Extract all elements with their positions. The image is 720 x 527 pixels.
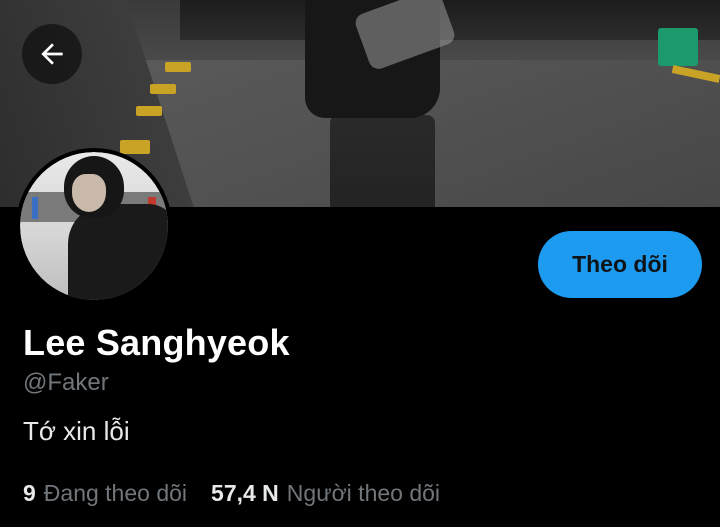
lane-mark (150, 84, 176, 94)
back-button[interactable] (22, 24, 82, 84)
following-count: 9 (23, 480, 36, 506)
user-handle: @Faker (23, 369, 109, 396)
lane-mark (165, 62, 191, 72)
arrow-left-icon (41, 43, 63, 65)
avatar-photo (20, 152, 168, 300)
banner-green-box (658, 28, 698, 66)
follow-button[interactable]: Theo dõi (538, 231, 702, 298)
follow-stats: 9 Đang theo dõi 57,4 N Người theo dõi (23, 480, 440, 507)
avatar[interactable] (16, 148, 172, 304)
avatar-person (68, 204, 168, 300)
avatar-flag (32, 197, 38, 219)
user-bio: Tớ xin lỗi (23, 416, 130, 446)
avatar-face (72, 174, 106, 212)
banner-figure-legs (330, 115, 435, 207)
lane-mark (136, 106, 162, 116)
followers-label: Người theo dõi (286, 480, 441, 506)
followers-count: 57,4 N (211, 480, 279, 506)
followers-link[interactable]: 57,4 N Người theo dõi (211, 480, 440, 507)
following-label: Đang theo dõi (43, 480, 188, 506)
lane-mark (120, 140, 150, 154)
following-link[interactable]: 9 Đang theo dõi (23, 480, 187, 507)
display-name: Lee Sanghyeok (23, 322, 290, 363)
